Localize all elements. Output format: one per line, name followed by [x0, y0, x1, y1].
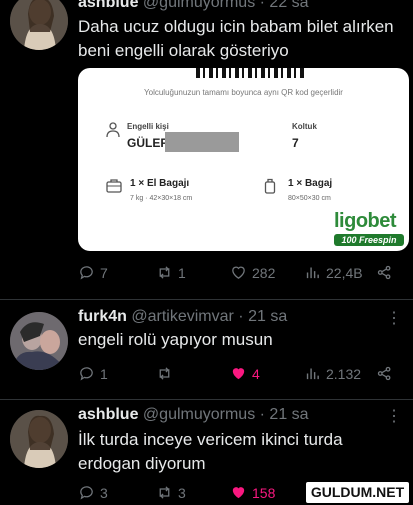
hand-bag: 1 × El Bagajı — [130, 178, 190, 189]
heart-icon — [232, 368, 245, 380]
luggage-icon — [264, 178, 276, 194]
timestamp[interactable]: · 22 sa — [260, 0, 309, 11]
reply-button[interactable]: 3 — [78, 484, 108, 501]
hand-bag-detail: 7 kg · 42×30×18 cm — [130, 195, 193, 202]
display-name[interactable]: ashblue — [78, 0, 138, 11]
seat-label: Koltuk — [292, 122, 317, 131]
share-icon — [377, 366, 391, 381]
tweet-text: engeli rolü yapıyor musun — [78, 330, 273, 349]
user-handle[interactable]: @gulmuyormus — [143, 406, 255, 423]
censor-block — [165, 132, 239, 152]
share-icon — [377, 265, 391, 280]
passenger-name: GÜLER — [127, 136, 169, 150]
watermark: GULDUM.NET — [306, 482, 409, 503]
qr-code — [196, 68, 306, 78]
tweet-header: ashblue @gulmuyormus · 22 sa — [78, 0, 309, 12]
checked-bag: 1 × Bagaj — [288, 178, 333, 189]
tweet-2[interactable]: furk4n @artikevimvar · 21 sa ⋮ engeli ro… — [0, 300, 413, 400]
more-options-button[interactable]: ⋮ — [386, 308, 402, 328]
like-button[interactable]: 4 — [230, 365, 260, 382]
retweet-button[interactable]: 3 — [156, 484, 186, 501]
avatar[interactable] — [10, 410, 68, 468]
checked-bag-detail: 80×50×30 cm — [288, 195, 331, 202]
share-button[interactable] — [376, 264, 393, 281]
suitcase-icon — [106, 179, 122, 193]
views-button[interactable]: 2.132 — [304, 365, 361, 382]
brand-logo: ligobet — [334, 210, 397, 232]
views-icon — [306, 368, 319, 380]
avatar[interactable] — [10, 312, 68, 370]
avatar[interactable] — [10, 0, 68, 50]
tweet-actions: 1 4 2.132 — [78, 365, 398, 385]
timestamp[interactable]: · 21 sa — [260, 406, 309, 423]
reply-button[interactable]: 7 — [78, 264, 108, 281]
tweet-actions: 7 1 282 22,4B — [78, 264, 398, 284]
reply-icon — [80, 367, 93, 381]
timestamp[interactable]: · 21 sa — [238, 308, 287, 325]
retweet-icon — [159, 266, 170, 279]
tweet-1[interactable]: ashblue @gulmuyormus · 22 sa Daha ucuz o… — [0, 0, 413, 300]
more-options-button[interactable]: ⋮ — [386, 406, 402, 426]
heart-icon — [232, 266, 245, 279]
tweet-text: Daha ucuz oldugu icin babam bilet alırke… — [78, 17, 394, 60]
retweet-icon — [159, 486, 170, 499]
retweet-button[interactable] — [156, 365, 173, 382]
views-button[interactable]: 22,4B — [304, 264, 363, 281]
like-button[interactable]: 158 — [230, 484, 275, 501]
reply-icon — [80, 266, 93, 280]
like-button[interactable]: 282 — [230, 264, 275, 281]
ticket-image[interactable]: Yolculuğunuzun tamamı boyunca aynı QR ko… — [78, 68, 409, 251]
ticket-subtitle: Yolculuğunuzun tamamı boyunca aynı QR ko… — [144, 88, 343, 97]
user-handle[interactable]: @gulmuyormus — [143, 0, 255, 11]
views-icon — [306, 267, 319, 279]
retweet-icon — [159, 367, 170, 380]
share-button[interactable] — [376, 365, 393, 382]
display-name[interactable]: furk4n — [78, 308, 127, 325]
tweet-text: İlk turda inceye vericem ikinci turda er… — [78, 430, 343, 473]
person-icon — [106, 122, 120, 138]
seat-value: 7 — [292, 136, 299, 150]
reply-button[interactable]: 1 — [78, 365, 108, 382]
reply-icon — [80, 486, 93, 500]
tweet-header: furk4n @artikevimvar · 21 sa — [78, 308, 287, 326]
heart-icon — [232, 487, 245, 499]
passenger-label: Engelli kişi — [127, 122, 169, 131]
tweet-header: ashblue @gulmuyormus · 21 sa — [78, 406, 309, 424]
retweet-button[interactable]: 1 — [156, 264, 186, 281]
ad-brand: ligobet 100 Freespin — [334, 210, 404, 246]
user-handle[interactable]: @artikevimvar — [131, 308, 233, 325]
display-name[interactable]: ashblue — [78, 406, 138, 423]
brand-badge: 100 Freespin — [334, 234, 404, 246]
